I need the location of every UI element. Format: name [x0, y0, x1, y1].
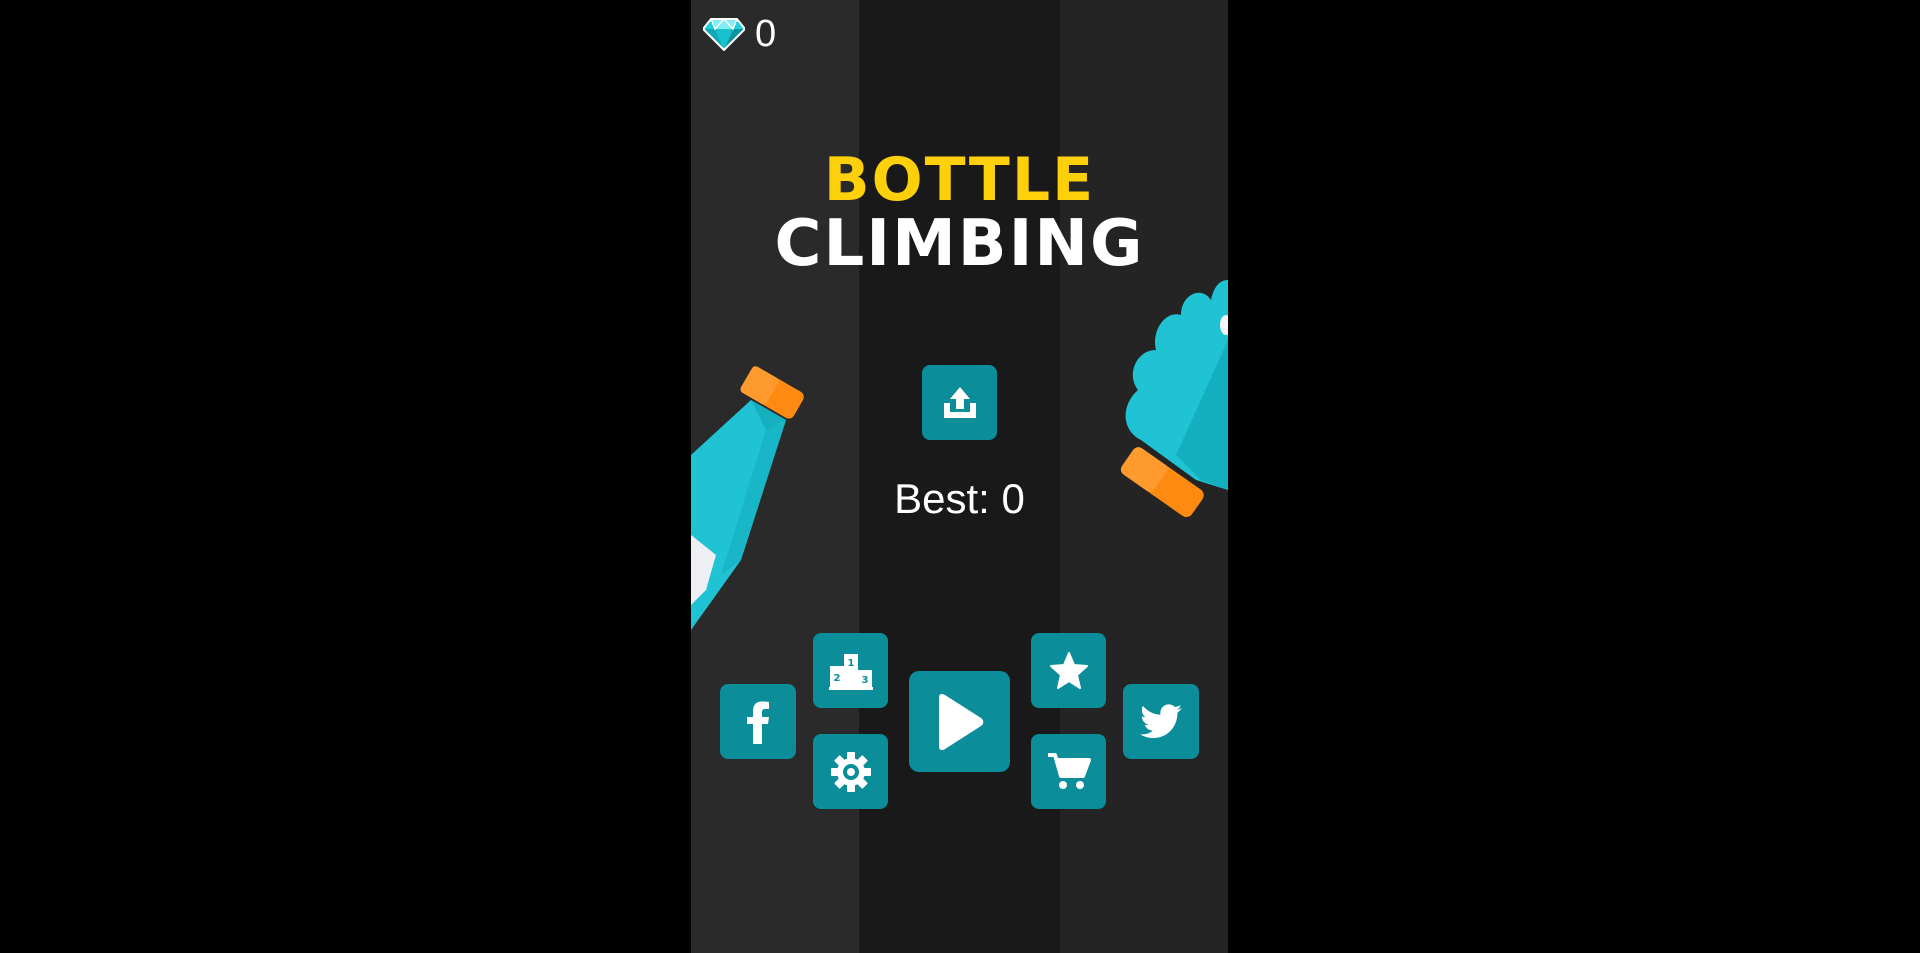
play-icon — [938, 693, 983, 750]
rate-button[interactable] — [1031, 633, 1106, 708]
facebook-button[interactable] — [720, 684, 796, 759]
diamond-icon — [703, 17, 745, 51]
facebook-icon — [747, 701, 769, 744]
gem-counter: 0 — [703, 14, 776, 54]
twitter-button[interactable] — [1123, 684, 1199, 759]
svg-text:2: 2 — [833, 673, 840, 684]
play-button[interactable] — [909, 671, 1010, 772]
star-icon — [1049, 651, 1088, 689]
game-screen: 0 BOTTLE CLIMBING Best: 0 1 2 3 — [691, 0, 1228, 953]
share-button[interactable] — [922, 365, 997, 440]
title-line-climbing: CLIMBING — [774, 207, 1145, 281]
settings-button[interactable] — [813, 734, 888, 809]
best-score: Best: 0 — [894, 475, 1025, 522]
shop-button[interactable] — [1031, 734, 1106, 809]
share-icon — [943, 386, 976, 418]
svg-text:3: 3 — [861, 675, 868, 686]
game-title: BOTTLE CLIMBING — [691, 150, 1228, 276]
podium-icon: 1 2 3 — [828, 653, 873, 690]
svg-text:1: 1 — [847, 658, 854, 669]
leaderboard-button[interactable]: 1 2 3 — [813, 633, 888, 708]
cart-icon — [1047, 752, 1091, 789]
gem-count: 0 — [755, 13, 777, 55]
gear-icon — [830, 751, 871, 792]
twitter-icon — [1140, 703, 1182, 738]
title-line-bottle: BOTTLE — [823, 145, 1096, 215]
